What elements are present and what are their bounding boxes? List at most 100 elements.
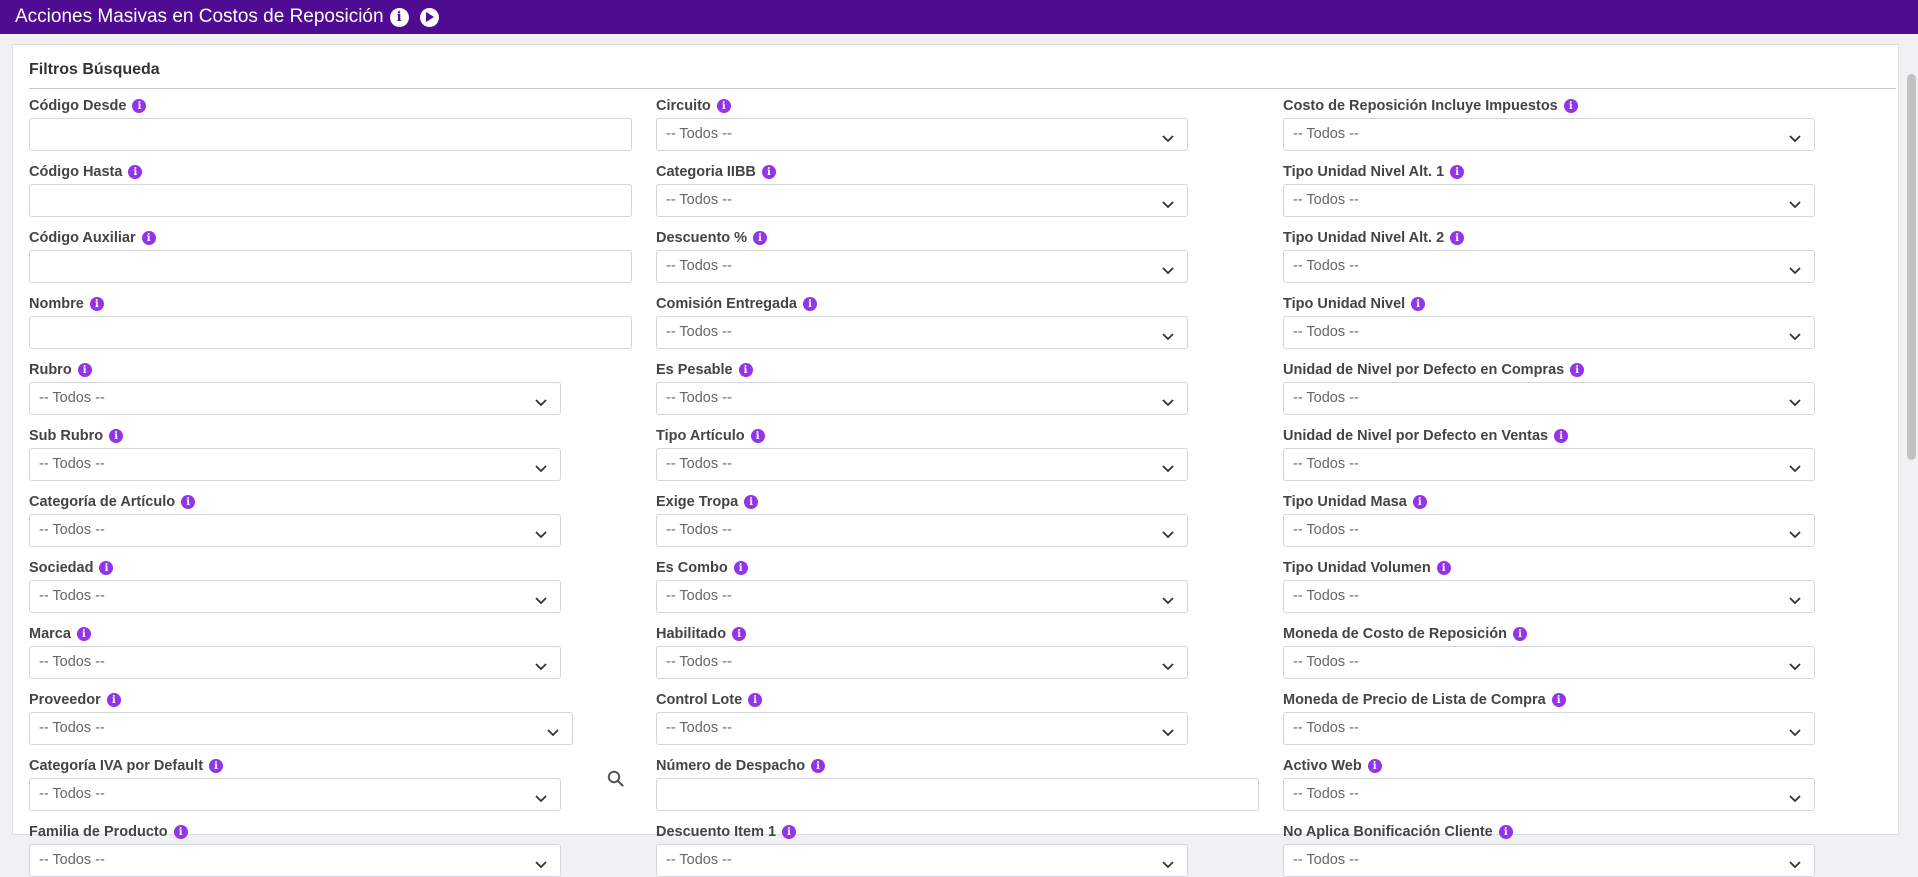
field-label: Costo de Reposición Incluye Impuestos i	[1283, 97, 1578, 115]
info-icon[interactable]: i	[1411, 297, 1426, 311]
info-icon[interactable]: i	[132, 99, 147, 113]
filter-descuento-item-1: Descuento Item 1 i -- Todos --	[656, 823, 1188, 877]
info-icon[interactable]: i	[128, 165, 143, 179]
select-value: -- Todos --	[1293, 522, 1359, 538]
info-icon[interactable]: i	[1551, 693, 1566, 707]
info-icon[interactable]: i	[109, 429, 124, 443]
es-pesable-select[interactable]: -- Todos --	[656, 382, 1188, 415]
scrollbar-thumb[interactable]	[1907, 74, 1916, 460]
moneda-de-precio-de-lista-de-compra-select[interactable]: -- Todos --	[1283, 712, 1815, 745]
categoria-iibb-select[interactable]: -- Todos --	[656, 184, 1188, 217]
field-label: Nombre i	[29, 295, 104, 313]
field-label-text: Código Hasta	[29, 164, 123, 180]
play-icon[interactable]	[419, 7, 439, 27]
chevron-down-icon	[1789, 790, 1801, 808]
info-icon[interactable]: i	[209, 759, 224, 773]
filter-nombre: Nombre i	[29, 295, 632, 349]
info-icon[interactable]: i	[1450, 165, 1465, 179]
info-icon[interactable]: i	[1412, 495, 1427, 509]
filter-tipo-unidad-masa: Tipo Unidad Masa i -- Todos --	[1283, 493, 1815, 547]
info-icon[interactable]: i	[389, 7, 409, 27]
tipo-unidad-nivel-alt-2-select[interactable]: -- Todos --	[1283, 250, 1815, 283]
field-label: Habilitado i	[656, 625, 747, 643]
info-icon[interactable]: i	[89, 297, 104, 311]
codigo-desde-input[interactable]	[29, 118, 632, 151]
info-icon[interactable]: i	[1498, 825, 1513, 839]
info-icon[interactable]: i	[1436, 561, 1451, 575]
info-icon[interactable]: i	[99, 561, 114, 575]
unidad-de-nivel-por-defecto-en-ventas-select[interactable]: -- Todos --	[1283, 448, 1815, 481]
info-icon[interactable]: i	[803, 297, 817, 311]
select-value: -- Todos --	[666, 390, 732, 406]
tipo-articulo-select[interactable]: -- Todos --	[656, 448, 1188, 481]
filter-es-combo: Es Combo i -- Todos --	[656, 559, 1188, 613]
sociedad-select[interactable]: -- Todos --	[29, 580, 561, 613]
tipo-unidad-nivel-select[interactable]: -- Todos --	[1283, 316, 1815, 349]
info-icon[interactable]: i	[173, 825, 188, 839]
info-icon[interactable]: i	[1450, 231, 1465, 245]
es-combo-select[interactable]: -- Todos --	[656, 580, 1188, 613]
search-icon[interactable]	[604, 767, 626, 789]
info-icon[interactable]: i	[733, 561, 748, 575]
chevron-down-icon	[1789, 658, 1801, 676]
habilitado-select[interactable]: -- Todos --	[656, 646, 1188, 679]
familia-de-producto-select[interactable]: -- Todos --	[29, 844, 561, 877]
info-icon[interactable]: i	[738, 363, 753, 377]
scrollbar[interactable]	[1903, 34, 1918, 835]
field-label-text: Tipo Unidad Nivel Alt. 2	[1283, 230, 1445, 246]
info-icon[interactable]: i	[141, 231, 156, 245]
descuento-select[interactable]: -- Todos --	[656, 250, 1188, 283]
proveedor-select[interactable]: -- Todos --	[29, 712, 573, 745]
nombre-input[interactable]	[29, 316, 632, 349]
info-icon[interactable]: i	[761, 165, 776, 179]
select-value: -- Todos --	[39, 654, 105, 670]
exige-tropa-select[interactable]: -- Todos --	[656, 514, 1188, 547]
marca-select[interactable]: -- Todos --	[29, 646, 561, 679]
field-label: Es Pesable i	[656, 361, 753, 379]
chevron-down-icon	[1162, 592, 1174, 610]
activo-web-select[interactable]: -- Todos --	[1283, 778, 1815, 811]
categoria-de-articulo-select[interactable]: -- Todos --	[29, 514, 561, 547]
info-icon[interactable]: i	[77, 363, 92, 377]
info-icon[interactable]: i	[744, 495, 759, 509]
control-lote-select[interactable]: -- Todos --	[656, 712, 1188, 745]
moneda-de-costo-de-reposicion-select[interactable]: -- Todos --	[1283, 646, 1815, 679]
select-value: -- Todos --	[666, 258, 732, 274]
field-label: Código Desde i	[29, 97, 147, 115]
field-label: Categoría IVA por Default i	[29, 757, 224, 775]
info-icon[interactable]: i	[1367, 759, 1382, 773]
info-icon[interactable]: i	[106, 693, 121, 707]
info-icon[interactable]: i	[1512, 627, 1527, 641]
chevron-down-icon	[1162, 394, 1174, 412]
field-label-text: Sociedad	[29, 560, 94, 576]
comision-entregada-select[interactable]: -- Todos --	[656, 316, 1188, 349]
info-icon[interactable]: i	[753, 231, 768, 245]
info-icon[interactable]: i	[1570, 363, 1585, 377]
info-icon[interactable]: i	[1563, 99, 1578, 113]
info-icon[interactable]: i	[748, 693, 763, 707]
tipo-unidad-masa-select[interactable]: -- Todos --	[1283, 514, 1815, 547]
info-icon[interactable]: i	[716, 99, 731, 113]
codigo-auxiliar-input[interactable]	[29, 250, 632, 283]
info-icon[interactable]: i	[750, 429, 765, 443]
no-aplica-bonificacion-cliente-select[interactable]: -- Todos --	[1283, 844, 1815, 877]
costo-de-reposicion-incluye-impuestos-select[interactable]: -- Todos --	[1283, 118, 1815, 151]
info-icon[interactable]: i	[732, 627, 747, 641]
filter-costo-de-reposicion-incluye-impuestos: Costo de Reposición Incluye Impuestos i --…	[1283, 97, 1815, 151]
info-icon[interactable]: i	[1554, 429, 1569, 443]
sub-rubro-select[interactable]: -- Todos --	[29, 448, 561, 481]
info-icon[interactable]: i	[811, 759, 826, 773]
info-icon[interactable]: i	[181, 495, 196, 509]
info-icon[interactable]: i	[76, 627, 91, 641]
tipo-unidad-nivel-alt-1-select[interactable]: -- Todos --	[1283, 184, 1815, 217]
unidad-de-nivel-por-defecto-en-compras-select[interactable]: -- Todos --	[1283, 382, 1815, 415]
rubro-select[interactable]: -- Todos --	[29, 382, 561, 415]
descuento-item-1-select[interactable]: -- Todos --	[656, 844, 1188, 877]
codigo-hasta-input[interactable]	[29, 184, 632, 217]
numero-de-despacho-input[interactable]	[656, 778, 1259, 811]
circuito-select[interactable]: -- Todos --	[656, 118, 1188, 151]
field-label: Tipo Artículo i	[656, 427, 765, 445]
tipo-unidad-volumen-select[interactable]: -- Todos --	[1283, 580, 1815, 613]
info-icon[interactable]: i	[782, 825, 797, 839]
categoria-iva-por-default-select[interactable]: -- Todos --	[29, 778, 561, 811]
